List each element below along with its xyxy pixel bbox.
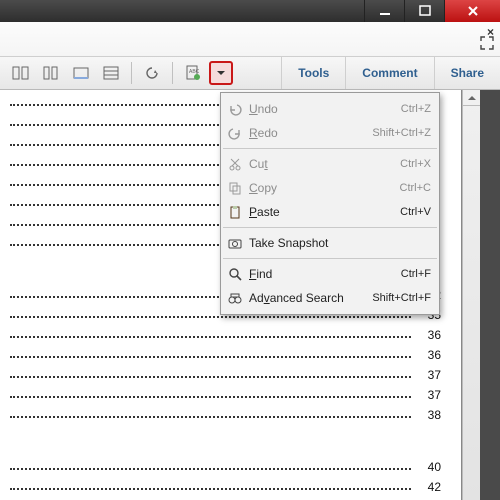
toc-line: 36 [10, 322, 451, 342]
toc-page-number: 36 [428, 328, 441, 342]
toc-line: 40 [10, 454, 451, 474]
redo-icon [225, 126, 245, 140]
paste-icon [225, 205, 245, 219]
scroll-up-icon[interactable] [463, 90, 480, 106]
share-link[interactable]: Share [434, 57, 500, 89]
svg-text:ABC: ABC [189, 69, 200, 75]
toolbar-separator [172, 62, 173, 84]
menu-paste[interactable]: Paste Ctrl+V [221, 200, 439, 224]
link-strip: Tools Comment Share [281, 57, 500, 89]
menu-label: Find [249, 267, 401, 281]
menu-shortcut: Ctrl+Z [401, 103, 431, 115]
menu-separator [223, 227, 437, 228]
camera-icon [225, 236, 245, 250]
copy-icon [225, 181, 245, 195]
menu-label: Advanced Search [249, 291, 372, 305]
undo-icon [225, 102, 245, 116]
menu-separator [223, 148, 437, 149]
comment-link[interactable]: Comment [345, 57, 433, 89]
minimize-button[interactable] [364, 0, 404, 22]
edit-menu-dropdown[interactable] [209, 61, 233, 85]
fullscreen-icon[interactable] [478, 34, 496, 52]
toc-line: 42 [10, 474, 451, 494]
toc-page-number: 38 [428, 408, 441, 422]
tab-strip: × ABC Tools Comment S [0, 22, 500, 91]
close-button[interactable] [444, 0, 500, 22]
menu-shortcut: Ctrl+X [400, 158, 431, 170]
toc-page-number: 42 [428, 480, 441, 494]
toc-line: 37 [10, 362, 451, 382]
toolbar-separator [131, 62, 132, 84]
toc-line: 36 [10, 342, 451, 362]
toc-page-number: 37 [428, 388, 441, 402]
window-titlebar [0, 0, 500, 22]
menu-separator [223, 258, 437, 259]
toc-line: 38 [10, 402, 451, 422]
vertical-scrollbar[interactable] [462, 90, 480, 500]
menu-take-snapshot[interactable]: Take Snapshot [221, 231, 439, 255]
toc-page-number: 37 [428, 368, 441, 382]
cut-icon [225, 157, 245, 171]
menu-label: Paste [249, 205, 400, 219]
toc-line: 37 [10, 382, 451, 402]
menu-cut[interactable]: Cut Ctrl+X [221, 152, 439, 176]
menu-undo[interactable]: Undo Ctrl+Z [221, 97, 439, 121]
edit-context-menu: Undo Ctrl+Z Redo Shift+Ctrl+Z Cut Ctrl+X… [220, 92, 440, 315]
menu-shortcut: Ctrl+C [400, 182, 431, 194]
menu-shortcut: Shift+Ctrl+F [372, 292, 431, 304]
menu-shortcut: Ctrl+V [400, 206, 431, 218]
toolbar: ABC Tools Comment Share [0, 56, 500, 90]
fit-page-icon[interactable] [97, 60, 125, 86]
menu-label: Undo [249, 102, 401, 116]
page-single-icon[interactable] [37, 60, 65, 86]
tools-link[interactable]: Tools [281, 57, 345, 89]
menu-shortcut: Shift+Ctrl+Z [372, 127, 431, 139]
toc-page-number: 40 [428, 460, 441, 474]
menu-label: Take Snapshot [249, 236, 431, 250]
maximize-button[interactable] [404, 0, 444, 22]
toc-page-number: 36 [428, 348, 441, 362]
menu-shortcut: Ctrl+F [401, 268, 431, 280]
binoculars-icon [225, 291, 245, 305]
menu-advanced-search[interactable]: Advanced Search Shift+Ctrl+F [221, 286, 439, 310]
menu-label: Redo [249, 126, 372, 140]
menu-redo[interactable]: Redo Shift+Ctrl+Z [221, 121, 439, 145]
menu-label: Cut [249, 157, 400, 171]
toc-gap [10, 422, 451, 454]
read-aloud-icon[interactable] [138, 60, 166, 86]
fit-width-icon[interactable] [67, 60, 95, 86]
menu-copy[interactable]: Copy Ctrl+C [221, 176, 439, 200]
document-check-icon[interactable]: ABC [179, 60, 207, 86]
toc-line: 44 [10, 494, 451, 500]
menu-find[interactable]: Find Ctrl+F [221, 262, 439, 286]
menu-label: Copy [249, 181, 400, 195]
find-icon [225, 267, 245, 281]
page-two-up-icon[interactable] [7, 60, 35, 86]
